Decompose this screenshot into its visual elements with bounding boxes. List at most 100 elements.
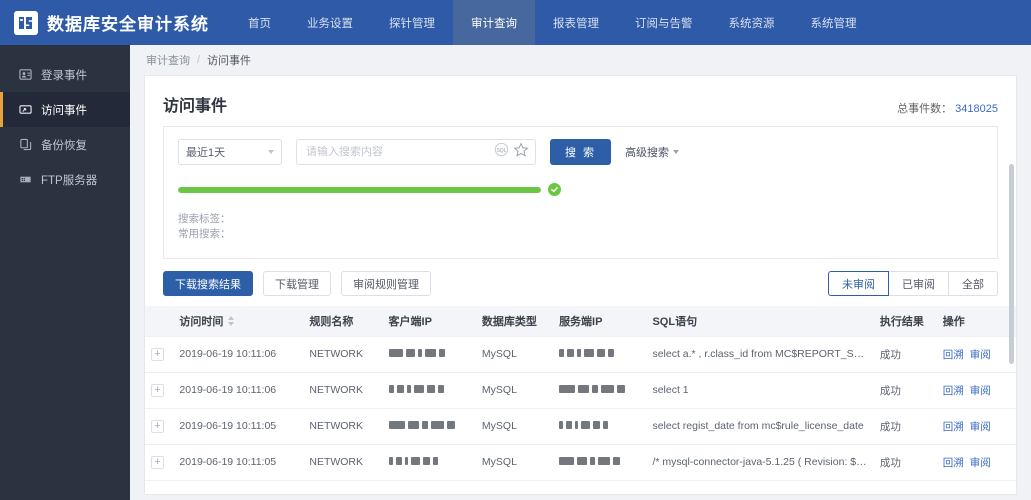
column-header-sql: SQL语句	[646, 306, 874, 336]
table-row[interactable]: + 2019-06-19 10:11:05 NETWORK MySQL sele…	[145, 408, 1016, 445]
main-panel: 访问事件 总事件数： 3418025 最近1天 请输入搜索内容 SQL 搜 索 …	[144, 75, 1017, 495]
common-search-label: 常用搜索：	[178, 228, 231, 240]
search-input[interactable]	[306, 146, 490, 158]
sidebar-item-login-events[interactable]: 登录事件	[0, 57, 130, 92]
expand-row-button[interactable]: +	[151, 383, 164, 397]
nav-item-home[interactable]: 首页	[230, 0, 289, 45]
star-icon[interactable]	[513, 141, 529, 163]
cell-operation[interactable]: 回溯审阅	[936, 408, 1016, 445]
action-link[interactable]: 回溯	[943, 349, 964, 361]
cell-operation[interactable]: 回溯审阅	[936, 480, 1016, 489]
download-results-button[interactable]: 下载搜索结果	[163, 271, 253, 296]
column-header-rule: 规则名称	[303, 306, 383, 336]
brand: 数据库安全审计系统	[0, 10, 230, 35]
search-tag-label: 搜索标签：	[178, 213, 231, 225]
cell-operation[interactable]: 回溯审阅	[936, 444, 1016, 481]
cell-db-type: MySQL	[475, 408, 554, 445]
table-row[interactable]: + 2019-06-19 10:11:06 NETWORK MySQL sele…	[145, 372, 1016, 409]
server-ip-redacted	[559, 421, 609, 429]
breadcrumb-parent[interactable]: 审计查询	[146, 52, 190, 68]
search-card: 最近1天 SQL	[163, 126, 998, 259]
sidebar-item-label: 备份恢复	[41, 139, 87, 152]
progress-fill	[178, 186, 541, 193]
table-toolbar: 下载搜索结果 下载管理 审阅规则管理 未审阅 已审阅 全部	[145, 259, 1016, 306]
filter-reviewed[interactable]: 已审阅	[889, 271, 949, 296]
search-button[interactable]: 搜 索	[550, 139, 612, 165]
action-link[interactable]: 回溯	[943, 421, 964, 433]
expand-row-button[interactable]: +	[151, 419, 164, 433]
action-link[interactable]: 回溯	[943, 457, 964, 469]
cell-sql: /* mysql-connector-java-5.1.25 ( Revisio…	[646, 480, 874, 489]
action-link[interactable]: 审阅	[970, 457, 991, 469]
column-header-db-type: 数据库类型	[475, 306, 554, 336]
cell-server-ip	[553, 480, 647, 489]
nav-item-report-management[interactable]: 报表管理	[535, 0, 617, 45]
cell-operation[interactable]: 回溯审阅	[936, 372, 1016, 409]
cell-result: 成功	[873, 408, 937, 445]
table-row[interactable]: + 2019-06-19 10:11:06 NETWORK MySQL sele…	[145, 335, 1016, 373]
cell-access-time: 2019-06-19 10:11:06	[173, 335, 304, 373]
nav-item-business-settings[interactable]: 业务设置	[289, 0, 371, 45]
row-expand-cell: +	[145, 372, 174, 409]
scrollbar-thumb[interactable]	[1009, 164, 1014, 364]
cell-db-type: MySQL	[475, 480, 554, 489]
nav-menu: 首页 业务设置 探针管理 审计查询 报表管理 订阅与告警 系统资源 系统管理	[230, 0, 875, 45]
cell-rule-name: NETWORK	[303, 335, 383, 373]
filter-all[interactable]: 全部	[949, 271, 998, 296]
sidebar-item-access-events[interactable]: 访问事件	[0, 92, 130, 127]
cell-sql: select 1	[646, 372, 874, 409]
action-link[interactable]: 审阅	[970, 385, 991, 397]
nav-item-probe-management[interactable]: 探针管理	[371, 0, 453, 45]
cell-client-ip	[382, 480, 476, 489]
cell-server-ip	[553, 408, 647, 445]
top-navigation-bar: 数据库安全审计系统 首页 业务设置 探针管理 审计查询 报表管理 订阅与告警 系…	[0, 0, 1031, 45]
cell-rule-name: NETWORK	[303, 444, 383, 481]
cell-rule-name: NETWORK	[303, 480, 383, 489]
sidebar-item-label: 登录事件	[41, 69, 87, 82]
review-rule-management-button[interactable]: 审阅规则管理	[341, 271, 431, 296]
svg-text:SQL: SQL	[496, 148, 506, 154]
table-row[interactable]: + 2019-06-19 10:11:05 NETWORK MySQL /* m…	[145, 444, 1016, 481]
nav-item-subscription-alerts[interactable]: 订阅与告警	[617, 0, 711, 45]
cell-sql: select a.* , r.class_id from MC$REPORT_S…	[646, 335, 874, 373]
cell-server-ip	[553, 372, 647, 409]
search-input-wrapper[interactable]: SQL	[296, 139, 536, 165]
table-scroll-area: 访问时间 规则名称 客户端IP 数据库类型 服务端IP SQL语句 执行结果 操…	[145, 306, 1016, 489]
row-expand-cell: +	[145, 444, 174, 481]
progress-track	[178, 186, 541, 193]
sidebar-item-ftp-server[interactable]: FTP服务器	[0, 162, 130, 197]
cell-sql: /* mysql-connector-java-5.1.25 ( Revisio…	[646, 444, 874, 481]
table-row[interactable]: + 2019-06-19 10:11:05 NETWORK MySQL /* m…	[145, 480, 1016, 489]
download-management-button[interactable]: 下载管理	[263, 271, 331, 296]
nav-item-system-management[interactable]: 系统管理	[793, 0, 875, 45]
action-link[interactable]: 审阅	[970, 421, 991, 433]
sidebar-item-label: FTP服务器	[41, 174, 98, 187]
table-header-row: 访问时间 规则名称 客户端IP 数据库类型 服务端IP SQL语句 执行结果 操…	[145, 306, 1016, 336]
vertical-scrollbar[interactable]	[1009, 136, 1014, 500]
chevron-down-icon	[268, 150, 274, 154]
sort-arrows-icon[interactable]	[228, 315, 235, 326]
time-range-select[interactable]: 最近1天	[178, 139, 282, 165]
total-events: 总事件数： 3418025	[897, 100, 998, 116]
cell-operation[interactable]: 回溯审阅	[936, 335, 1016, 373]
sql-icon[interactable]: SQL	[494, 142, 509, 162]
client-ip-redacted	[388, 421, 455, 429]
check-circle-icon	[548, 183, 561, 196]
action-link[interactable]: 回溯	[943, 385, 964, 397]
sidebar-item-label: 访问事件	[41, 104, 87, 117]
advanced-search-toggle[interactable]: 高级搜索	[625, 144, 680, 160]
nav-item-audit-query[interactable]: 审计查询	[453, 0, 535, 45]
table-body: + 2019-06-19 10:11:06 NETWORK MySQL sele…	[145, 335, 1016, 489]
expand-row-button[interactable]: +	[151, 455, 164, 469]
expand-row-button[interactable]: +	[151, 347, 164, 361]
sidebar-item-backup-restore[interactable]: 备份恢复	[0, 127, 130, 162]
nav-item-system-resources[interactable]: 系统资源	[711, 0, 793, 45]
sidebar: 登录事件 访问事件 备份恢复 FTP服务器	[0, 45, 130, 500]
action-link[interactable]: 审阅	[970, 349, 991, 361]
filter-unreviewed[interactable]: 未审阅	[828, 271, 889, 296]
panel-header: 访问事件 总事件数： 3418025	[145, 76, 1016, 126]
advanced-search-label: 高级搜索	[625, 147, 670, 159]
column-header-time[interactable]: 访问时间	[173, 306, 304, 336]
cell-result: 成功	[873, 372, 937, 409]
row-expand-cell: +	[145, 480, 174, 489]
